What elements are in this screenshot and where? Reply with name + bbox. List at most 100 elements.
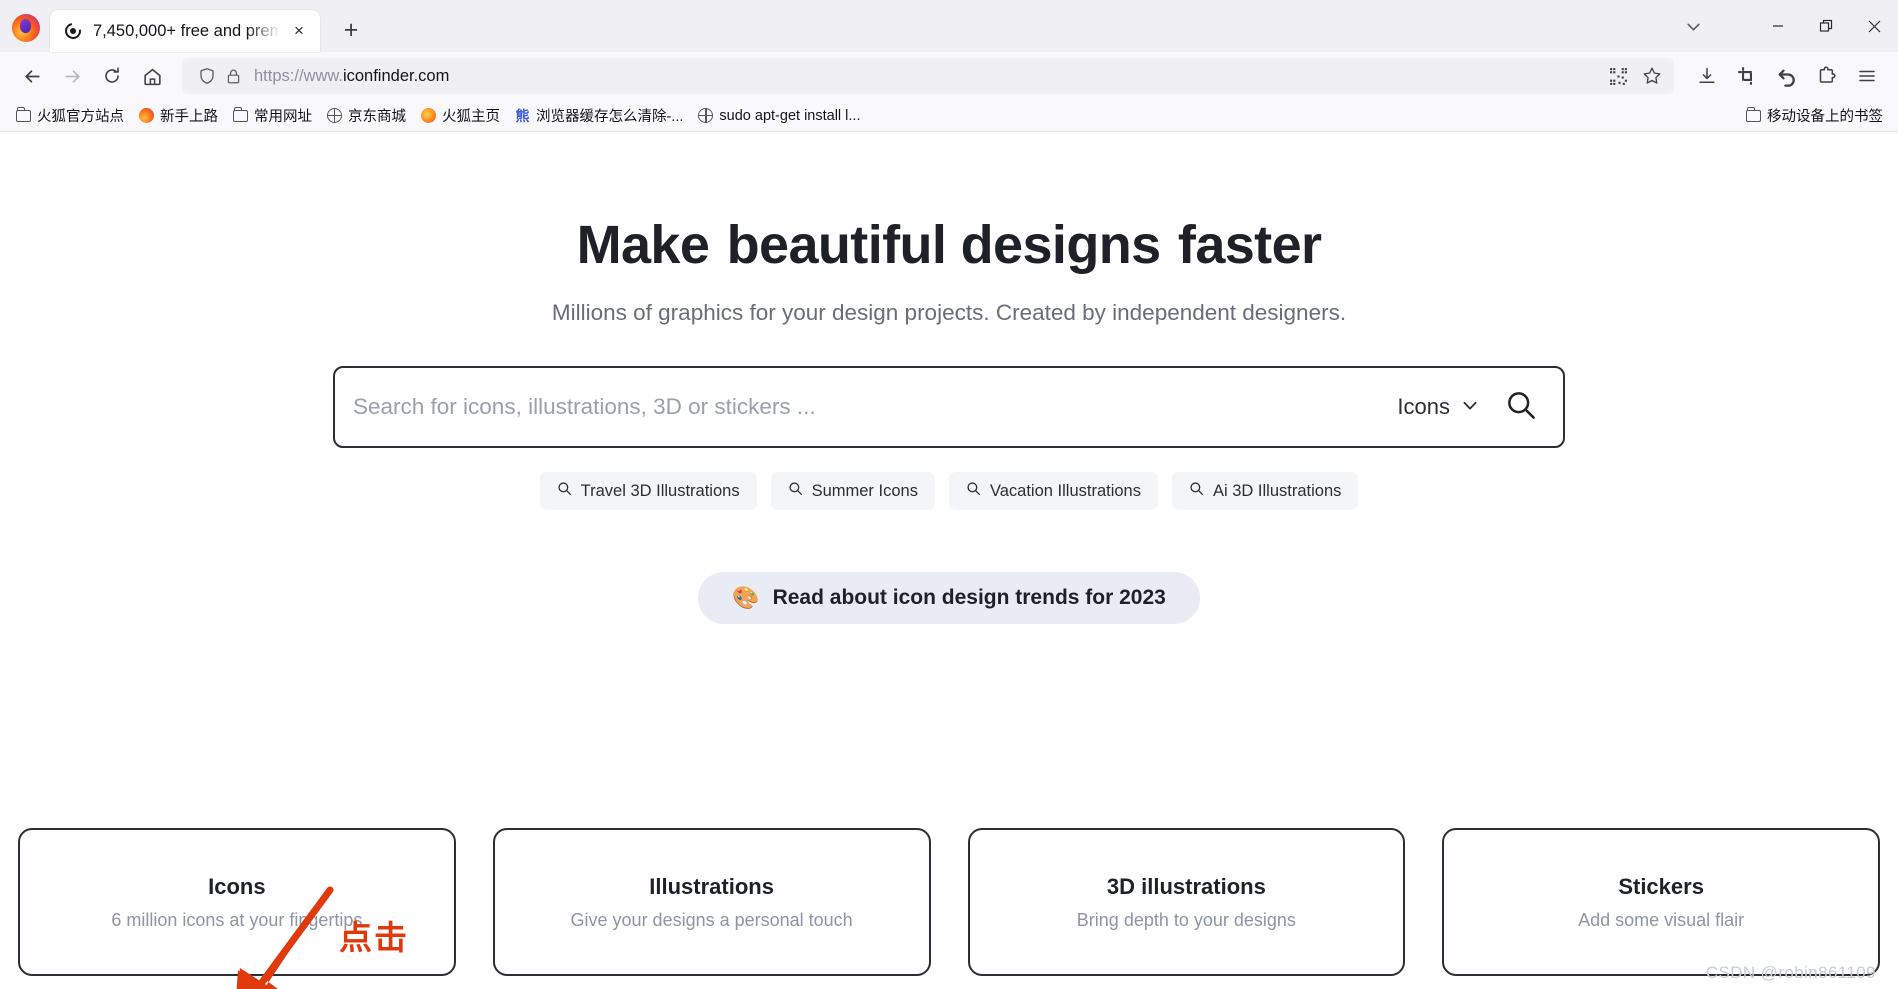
toolbar-right-buttons	[1688, 58, 1886, 94]
shield-icon[interactable]	[194, 67, 220, 85]
reload-icon[interactable]	[92, 58, 132, 94]
search-input[interactable]	[353, 394, 1388, 420]
page-title: Make beautiful designs faster	[0, 214, 1898, 276]
chevron-down-icon	[1461, 394, 1479, 420]
page-subtitle: Millions of graphics for your design pro…	[551, 300, 1347, 325]
extensions-icon[interactable]	[1808, 58, 1846, 94]
downloads-icon[interactable]	[1688, 58, 1726, 94]
card-subtitle: Bring depth to your designs	[1076, 909, 1296, 930]
trends-banner-row: 🎨 Read about icon design trends for 2023	[0, 572, 1898, 624]
screenshot-crop-icon[interactable]	[1728, 58, 1766, 94]
window-controls	[1754, 0, 1898, 52]
search-icon	[788, 481, 803, 501]
bookmark-label: 常用网址	[254, 109, 312, 125]
app-menu-icon[interactable]	[1848, 58, 1886, 94]
chevron-down-icon[interactable]	[1670, 0, 1716, 52]
watermark: CSDN @robin861109	[1705, 963, 1876, 982]
card-title: Icons	[208, 873, 266, 899]
page-title-post: faster	[1163, 215, 1322, 275]
bookmark-label: 火狐主页	[442, 109, 500, 125]
search-submit-button[interactable]	[1501, 389, 1541, 426]
bookmark-item[interactable]: 火狐官方站点	[8, 102, 131, 129]
trends-banner[interactable]: 🎨 Read about icon design trends for 2023	[698, 572, 1200, 624]
card-title: Illustrations	[649, 873, 774, 899]
search-type-label: Icons	[1397, 394, 1450, 419]
page-content: Make beautiful designs faster Millions o…	[0, 132, 1898, 989]
bookmark-item[interactable]: 京东商城	[319, 102, 413, 129]
baidu-icon: 熊	[515, 107, 530, 124]
tab-strip-controls	[1670, 0, 1898, 52]
folder-icon	[1745, 106, 1762, 124]
search-icon	[1189, 481, 1204, 501]
page-title-pre: Make	[576, 215, 724, 275]
search-bar[interactable]: Icons	[333, 366, 1565, 448]
annotation-label: 点击	[339, 919, 409, 956]
card-subtitle: 6 million icons at your fingertips	[111, 909, 363, 930]
tab-title: 7,450,000+ free and premium	[93, 21, 286, 40]
folder-icon	[15, 106, 32, 124]
trends-banner-label: Read about icon design trends for 2023	[772, 586, 1166, 609]
bookmark-item[interactable]: sudo apt-get install l...	[690, 104, 867, 127]
url-domain: iconfinder.com	[342, 66, 450, 85]
bookmark-label: 京东商城	[348, 109, 406, 125]
search-icon	[966, 481, 981, 501]
bookmark-item[interactable]: 常用网址	[225, 102, 319, 129]
bookmark-item[interactable]: 火狐主页	[413, 102, 507, 129]
bookmark-label: 浏览器缓存怎么清除-...	[536, 109, 684, 125]
browser-tab[interactable]: 7,450,000+ free and premium ×	[50, 10, 320, 52]
tab-strip: 7,450,000+ free and premium × +	[0, 0, 1898, 52]
folder-icon	[232, 106, 249, 124]
close-window-button[interactable]	[1850, 0, 1898, 52]
bookmark-folder-mobile[interactable]: 移动设备上的书签	[1738, 102, 1890, 129]
firefox-icon	[138, 107, 155, 124]
address-bar[interactable]: https://www.iconfinder.com	[182, 58, 1674, 94]
url-scheme: https://www.	[254, 66, 343, 85]
iconfinder-logo-icon	[61, 19, 85, 43]
bookmark-label: 新手上路	[160, 109, 218, 125]
browser-window: 7,450,000+ free and premium × +	[0, 0, 1898, 989]
address-bar-actions	[1602, 61, 1668, 91]
suggestion-chip-label: Ai 3D Illustrations	[1212, 481, 1342, 500]
palette-icon: 🎨	[732, 585, 760, 610]
category-card-3d-illustrations[interactable]: 3D illustrations Bring depth to your des…	[967, 828, 1406, 976]
bookmark-item[interactable]: 新手上路	[131, 102, 225, 129]
globe-icon	[697, 107, 714, 124]
qr-code-icon[interactable]	[1602, 61, 1634, 91]
search-suggestion-chips: Travel 3D Illustrations Summer Icons Vac…	[0, 472, 1898, 510]
category-card-stickers[interactable]: Stickers Add some visual flair	[1442, 828, 1880, 976]
lock-icon[interactable]	[220, 68, 246, 85]
suggestion-chip[interactable]: Ai 3D Illustrations	[1171, 472, 1359, 510]
navigation-toolbar: https://www.iconfinder.com	[0, 52, 1898, 100]
undo-close-tab-icon[interactable]	[1768, 58, 1806, 94]
bookmark-label: 移动设备上的书签	[1767, 109, 1883, 125]
card-subtitle: Give your designs a personal touch	[570, 909, 853, 930]
bookmark-item[interactable]: 熊 浏览器缓存怎么清除-...	[507, 102, 690, 129]
maximize-restore-button[interactable]	[1802, 0, 1850, 52]
bookmark-label: 火狐官方站点	[37, 109, 124, 125]
search-icon	[1505, 389, 1537, 426]
bookmark-label: sudo apt-get install l...	[719, 107, 861, 124]
card-title: 3D illustrations	[1106, 873, 1266, 899]
bookmarks-bar: 火狐官方站点 新手上路 常用网址 京东商城 火狐主页 熊 浏览器缓存怎么清除-.…	[0, 100, 1898, 132]
suggestion-chip[interactable]: Summer Icons	[770, 472, 935, 510]
card-subtitle: Add some visual flair	[1578, 909, 1745, 930]
category-card-illustrations[interactable]: Illustrations Give your designs a person…	[492, 828, 931, 976]
suggestion-chip[interactable]: Travel 3D Illustrations	[539, 472, 757, 510]
suggestion-chip-label: Vacation Illustrations	[989, 481, 1141, 500]
suggestion-chip[interactable]: Vacation Illustrations	[948, 472, 1158, 510]
star-icon[interactable]	[1636, 61, 1668, 91]
search-type-dropdown[interactable]: Icons	[1387, 394, 1501, 420]
home-icon[interactable]	[132, 58, 172, 94]
suggestion-chip-label: Summer Icons	[811, 481, 918, 500]
search-icon	[557, 481, 572, 501]
page-title-highlight: beautiful designs	[724, 214, 1164, 276]
url-text[interactable]: https://www.iconfinder.com	[254, 67, 1602, 86]
back-arrow-icon[interactable]	[12, 58, 52, 94]
card-title: Stickers	[1618, 873, 1704, 899]
close-icon[interactable]: ×	[288, 20, 310, 42]
firefox-icon	[420, 107, 437, 124]
category-cards: Icons 6 million icons at your fingertips…	[18, 828, 1880, 976]
minimize-button[interactable]	[1754, 0, 1802, 52]
new-tab-button[interactable]: +	[334, 13, 368, 47]
suggestion-chip-label: Travel 3D Illustrations	[580, 481, 740, 500]
